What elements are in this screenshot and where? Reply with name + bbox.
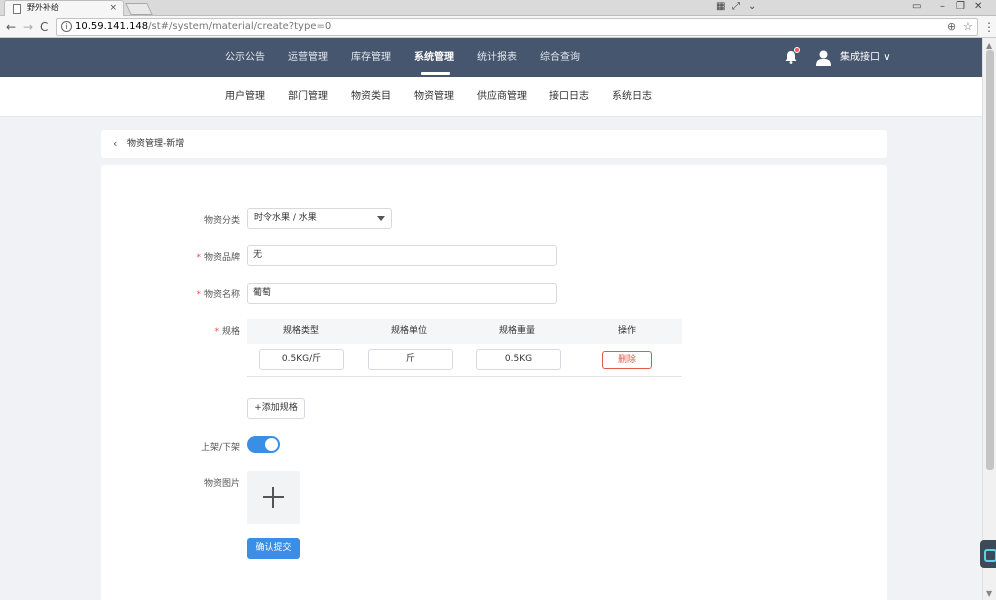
chevron-down-icon[interactable]: ⌄: [748, 1, 756, 12]
shelf-label: 上架/下架: [200, 443, 240, 453]
column-header-type: 规格类型: [282, 326, 319, 336]
category-value: 时令水果 / 水果: [254, 213, 317, 223]
browser-tab[interactable]: 野外补给 ×: [4, 0, 124, 16]
browser-menu-icon[interactable]: ⋮: [983, 19, 995, 35]
brand-label-text: 物资品牌: [203, 253, 240, 263]
subnav-item-system-log[interactable]: 系统日志: [612, 77, 652, 117]
fullscreen-icon[interactable]: ⤢: [732, 1, 740, 12]
close-tab-icon[interactable]: ×: [109, 1, 117, 15]
topnav-item-query[interactable]: 综合查询: [540, 38, 580, 77]
sub-navigation: 用户管理 部门管理 物资类目 物资管理 供应商管理 接口日志 系统日志: [0, 77, 996, 117]
subnav-item-materials[interactable]: 物资管理: [414, 77, 454, 117]
plus-icon-vertical: [272, 487, 274, 508]
topnav-item-announcements[interactable]: 公示公告: [225, 38, 265, 77]
image-upload[interactable]: [247, 471, 300, 524]
user-name: 集成接口: [840, 52, 880, 63]
spec-unit-input[interactable]: 斤: [368, 349, 453, 370]
required-mark: *: [196, 253, 201, 263]
add-spec-button[interactable]: +添加规格: [247, 398, 305, 419]
spec-type-input[interactable]: 0.5KG/斤: [259, 349, 344, 370]
required-mark: *: [196, 290, 201, 300]
delete-spec-button[interactable]: 删除: [602, 351, 652, 369]
name-label-text: 物资名称: [203, 290, 240, 300]
subnav-item-interface-log[interactable]: 接口日志: [549, 77, 589, 117]
window-tile-icon[interactable]: ▦: [716, 1, 725, 12]
column-header-action: 操作: [617, 326, 636, 336]
active-tab-indicator: [421, 72, 450, 75]
floating-assistant-icon[interactable]: [980, 540, 996, 568]
spec-label: * 规格: [210, 324, 240, 337]
name-input[interactable]: 葡萄: [247, 283, 557, 304]
toggle-knob: [265, 438, 278, 451]
subnav-item-users[interactable]: 用户管理: [225, 77, 265, 117]
page-scrollbar[interactable]: ▲ ▼: [982, 38, 996, 600]
url-host: 10.59.141.148: [75, 21, 149, 32]
forward-arrow-icon[interactable]: →: [23, 19, 33, 35]
row-divider: [247, 376, 682, 377]
column-header-weight: 规格重量: [498, 326, 535, 336]
address-bar: ← → C i 10.59.141.148/st#/system/materia…: [0, 16, 996, 38]
user-avatar-icon[interactable]: [816, 50, 831, 66]
topnav-item-inventory[interactable]: 库存管理: [351, 38, 391, 77]
chevron-down-icon: ∨: [883, 52, 891, 63]
scroll-thumb[interactable]: [986, 50, 994, 470]
topnav-item-reports[interactable]: 统计报表: [477, 38, 517, 77]
window-close-icon[interactable]: ✕: [974, 1, 982, 12]
notification-badge: [794, 47, 800, 53]
top-navigation: 公示公告 运营管理 库存管理 系统管理 统计报表 综合查询 集成接口 ∨: [0, 38, 996, 77]
brand-label: * 物资品牌: [192, 250, 240, 263]
image-label: 物资图片: [203, 479, 240, 489]
bookmark-star-icon[interactable]: ☆: [963, 19, 973, 35]
category-label: 物资分类: [203, 216, 240, 226]
column-header-unit: 规格单位: [390, 326, 427, 336]
back-arrow-icon[interactable]: ←: [6, 19, 16, 35]
zoom-icon[interactable]: ⊕: [947, 19, 956, 35]
user-menu[interactable]: 集成接口 ∨: [840, 38, 891, 77]
reload-icon[interactable]: C: [40, 19, 48, 35]
category-select[interactable]: 时令水果 / 水果: [247, 208, 392, 229]
brand-input[interactable]: 无: [247, 245, 557, 266]
new-tab-button[interactable]: [125, 3, 153, 15]
spec-table-header: 规格类型 规格单位 规格重量 操作: [247, 319, 682, 344]
minimize-icon[interactable]: –: [940, 1, 945, 12]
browser-tab-strip: 野外补给 × ▦ ⤢ ⌄ ▭ – ❐ ✕: [0, 0, 996, 16]
breadcrumb: ‹ 物资管理-新增: [101, 130, 887, 158]
topnav-item-operations[interactable]: 运营管理: [288, 38, 328, 77]
required-mark: *: [214, 327, 219, 337]
scroll-down-icon[interactable]: ▼: [986, 589, 992, 598]
spec-weight-input[interactable]: 0.5KG: [476, 349, 561, 370]
info-icon[interactable]: i: [61, 21, 72, 32]
url-path: /st#/system/material/create?type=0: [148, 21, 332, 32]
extension-icon[interactable]: ▭: [912, 1, 921, 12]
spec-label-text: 规格: [221, 327, 240, 337]
restore-icon[interactable]: ❐: [956, 1, 965, 12]
page-title: 物资管理-新增: [127, 139, 185, 149]
document-icon: [13, 4, 21, 14]
submit-button[interactable]: 确认提交: [247, 538, 300, 559]
url-input[interactable]: i 10.59.141.148/st#/system/material/crea…: [56, 18, 978, 36]
subnav-item-departments[interactable]: 部门管理: [288, 77, 328, 117]
subnav-item-suppliers[interactable]: 供应商管理: [477, 77, 527, 117]
url-text: 10.59.141.148/st#/system/material/create…: [75, 19, 331, 35]
browser-tab-title: 野外补给: [27, 3, 59, 12]
back-chevron-icon[interactable]: ‹: [113, 130, 117, 158]
name-label: * 物资名称: [192, 287, 240, 300]
subnav-item-categories[interactable]: 物资类目: [351, 77, 391, 117]
scroll-up-icon[interactable]: ▲: [986, 41, 992, 50]
form-card: [101, 165, 887, 600]
caret-down-icon: [377, 216, 385, 221]
shelf-toggle[interactable]: [247, 436, 280, 453]
